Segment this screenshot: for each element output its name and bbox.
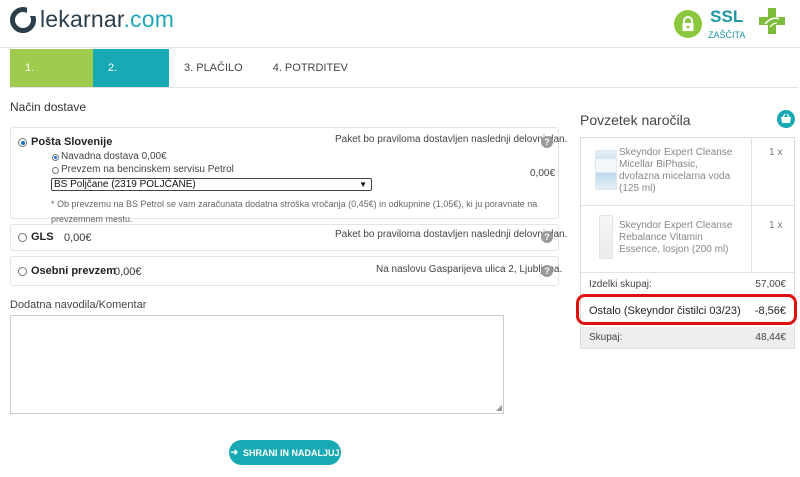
total-label: Skupaj:	[589, 332, 623, 343]
radio-navadna-dostava[interactable]	[52, 154, 59, 161]
posta-info: Paket bo praviloma dostavljen naslednji …	[335, 134, 568, 145]
radio-gls[interactable]	[18, 233, 27, 242]
step-potrditev: 4. POTRDITEV	[272, 62, 348, 74]
pharmacy-cross-icon	[758, 7, 786, 38]
product-image[interactable]	[595, 150, 617, 190]
summary-title: Povzetek naročila	[580, 112, 691, 128]
highlight-frame	[576, 294, 797, 325]
radio-posta[interactable]	[18, 138, 27, 147]
petrol-station-select[interactable]: BS Poljčane (2319 POLJČANE) ▼	[51, 178, 372, 191]
product-image[interactable]	[599, 215, 613, 259]
summary-item: Skeyndor Expert Cleanse Rebalance Vitami…	[581, 206, 794, 272]
arrow-right-icon: ➜	[230, 447, 239, 457]
radio-petrol[interactable]	[52, 167, 59, 174]
petrol-note: * Ob prevzemu na BS Petrol se vam zaraču…	[51, 199, 538, 224]
pickup-price: 0,00€	[114, 266, 142, 278]
petrol-label: Prevzem na bencinskem servisu Petrol	[61, 164, 234, 175]
site-header: lekarnar.com SSL ZAŠČITA	[0, 0, 800, 48]
product-name[interactable]: Skeyndor Expert Cleanse Micellar BiPhasi…	[619, 147, 739, 195]
total-row: Skupaj: 48,44€	[581, 327, 794, 348]
ssl-label: SSL	[710, 7, 744, 26]
product-qty: 1 x	[769, 147, 783, 158]
comment-textarea[interactable]: ◢	[10, 315, 504, 414]
save-continue-button[interactable]: ➜ SHRANI IN NADALJUJ	[229, 440, 341, 465]
step-placilo: 3. PLAČILO	[184, 62, 243, 74]
posta-price: 0,00€	[530, 168, 556, 179]
ssl-badge: SSL ZAŠČITA	[674, 8, 745, 40]
comment-label: Dodatna navodila/Komentar	[10, 299, 147, 311]
help-icon[interactable]: ?	[541, 136, 553, 148]
resize-handle-icon[interactable]: ◢	[496, 403, 502, 412]
checkout-steps: 1. NASLOV 2. DOSTAVA 3. PLAČILO 4. POTRD…	[10, 49, 363, 112]
site-logo[interactable]: lekarnar.com	[10, 5, 175, 33]
radio-pickup[interactable]	[18, 267, 27, 276]
chevron-down-icon: ▼	[359, 180, 367, 189]
pickup-name: Osebni prevzem	[31, 265, 116, 277]
gls-price: 0,00€	[64, 232, 92, 244]
divider	[10, 87, 798, 88]
subtotal-label: Izdelki skupaj:	[589, 279, 652, 290]
total-value: 48,44€	[755, 332, 786, 343]
logo-text: lekarnar.com	[40, 6, 175, 32]
pickup-info: Na naslovu Gasparijeva ulica 2, Ljubljan…	[376, 264, 563, 275]
help-icon[interactable]: ?	[541, 231, 553, 243]
navadna-dostava-label: Navadna dostava 0,00€	[61, 151, 167, 162]
step-naslov[interactable]: 1. NASLOV	[10, 49, 93, 112]
ssl-sublabel: ZAŠČITA	[708, 30, 746, 40]
gls-name: GLS	[31, 231, 54, 243]
summary-item: Skeyndor Expert Cleanse Micellar BiPhasi…	[581, 138, 794, 205]
product-name[interactable]: Skeyndor Expert Cleanse Rebalance Vitami…	[619, 220, 739, 256]
gls-info: Paket bo praviloma dostavljen naslednji …	[335, 229, 568, 240]
lock-icon	[674, 10, 702, 38]
help-icon[interactable]: ?	[541, 265, 553, 277]
logo-icon	[10, 5, 37, 33]
subtotal-value: 57,00€	[755, 279, 786, 290]
delivery-title: Način dostave	[10, 100, 87, 114]
posta-name: Pošta Slovenije	[31, 136, 113, 148]
basket-icon[interactable]	[777, 110, 795, 128]
product-qty: 1 x	[769, 220, 783, 231]
step-dostava[interactable]: 2. DOSTAVA	[93, 49, 169, 112]
